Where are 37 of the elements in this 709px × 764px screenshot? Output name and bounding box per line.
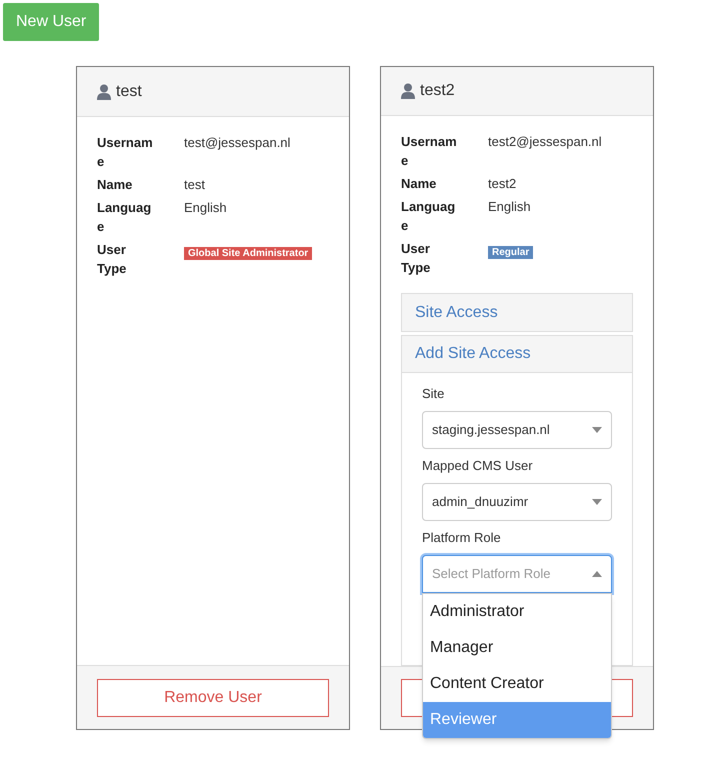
select-field[interactable]: Select Platform Role (422, 555, 612, 594)
select-field[interactable]: admin_dnuuzimr (422, 483, 612, 522)
user-type-badge: Regular (488, 246, 534, 260)
field-label: Username (97, 134, 154, 171)
field-label: Name (97, 176, 134, 194)
user-name: test2 (420, 81, 455, 102)
select-field[interactable]: staging.jessespan.nl (422, 411, 612, 450)
field-label: Platform Role (422, 529, 502, 548)
panel-heading[interactable]: Add Site Access (402, 336, 632, 374)
user-name: test (116, 82, 142, 102)
dropdown-option[interactable]: Administrator (423, 594, 611, 630)
field-label: Username (401, 133, 458, 170)
field-value: test2 (488, 175, 516, 194)
caret-icon (592, 427, 602, 434)
user-icon (97, 84, 111, 100)
field-value: test@jessespan.nl (184, 134, 290, 152)
dropdown-option[interactable]: Content Creator (423, 666, 611, 702)
field-label: Language (401, 198, 456, 236)
user-icon (401, 83, 415, 100)
field-value: test2@jessespan.nl (488, 133, 602, 152)
field-label: Mapped CMS User (422, 457, 534, 476)
field-value: English (488, 198, 531, 216)
field-label: User Type (401, 240, 432, 278)
field-label: Site (422, 385, 446, 404)
new-user-button[interactable]: New User (3, 3, 100, 41)
field-label: Language (97, 199, 152, 236)
user-type-badge: Global Site Administrator (184, 247, 312, 260)
caret-icon (592, 571, 602, 578)
remove-user-button[interactable]: Remove User (97, 678, 329, 716)
dropdown-option[interactable]: Manager (423, 630, 611, 666)
field-value: test (184, 176, 205, 194)
panel-heading[interactable]: Site Access (402, 294, 632, 332)
field-value: English (184, 199, 227, 217)
field-label: Name (401, 175, 438, 194)
dropdown-option[interactable]: Reviewer (423, 702, 611, 738)
field-label: User Type (97, 241, 128, 278)
caret-icon (592, 499, 602, 506)
